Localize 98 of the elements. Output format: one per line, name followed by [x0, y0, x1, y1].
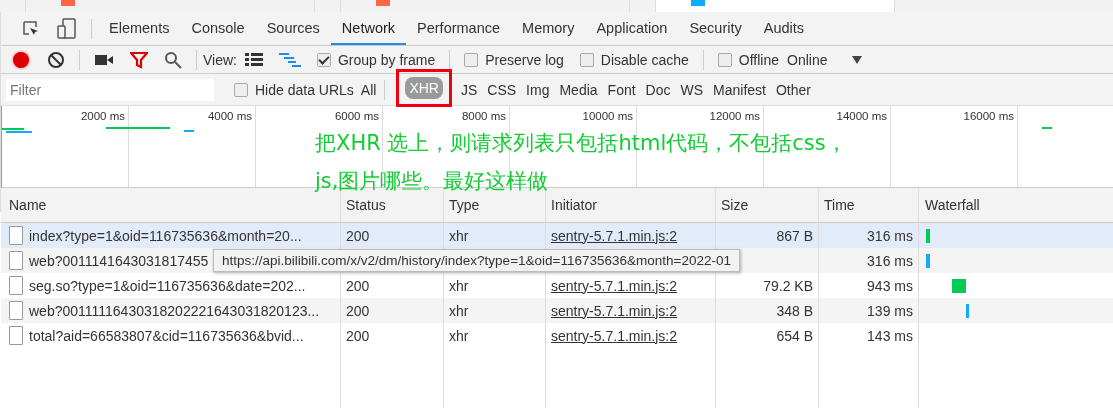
- initiator-link[interactable]: sentry-5.7.1.min.js:2: [551, 327, 678, 344]
- type-cell: xhr: [449, 227, 469, 244]
- type-cell: xhr: [449, 327, 469, 344]
- type-filter[interactable]: Doc: [640, 79, 676, 100]
- type-filter[interactable]: Other: [771, 79, 816, 100]
- browser-tab[interactable]: [655, 0, 895, 12]
- filter-field[interactable]: Filter: [6, 78, 214, 101]
- initiator-link[interactable]: sentry-5.7.1.min.js:2: [551, 277, 678, 294]
- size-cell: 79.2 KB: [763, 277, 813, 294]
- waterfall-bar: [952, 278, 966, 293]
- type-cell: xhr: [449, 277, 469, 294]
- status-cell: 200: [346, 227, 370, 244]
- waterfall-view-icon[interactable]: [279, 52, 301, 67]
- checkbox[interactable]: [317, 52, 331, 67]
- checkbox-label: Disable cache: [600, 51, 689, 68]
- timeline-bar: [1042, 127, 1052, 130]
- time-tick-label: 6000 ms: [334, 110, 379, 123]
- checkbox[interactable]: [717, 52, 732, 67]
- request-name: web?00111116430318202221643031820123...: [29, 302, 320, 319]
- request-name: total?aid=66583807&cid=116735636&bvid...: [29, 327, 304, 344]
- devtools-tab[interactable]: Network: [330, 12, 407, 45]
- checkbox-label: Group by frame: [338, 51, 436, 68]
- column-header[interactable]: Waterfall: [919, 188, 1113, 222]
- waterfall-bar: [926, 228, 930, 243]
- type-filter[interactable]: Manifest: [708, 79, 771, 100]
- column-header[interactable]: Time: [819, 188, 919, 222]
- type-filter[interactable]: All: [355, 79, 382, 100]
- checkbox-label: Hide data URLs: [255, 81, 354, 98]
- checkbox[interactable]: [464, 52, 479, 67]
- checkbox-label: Preserve log: [485, 51, 564, 68]
- record-button[interactable]: [13, 51, 29, 68]
- type-filter[interactable]: Media: [554, 79, 603, 100]
- waterfall-bar: [966, 303, 969, 318]
- device-icon[interactable]: [57, 17, 77, 40]
- request-name: seg.so?type=1&oid=116735636&date=202...: [29, 277, 306, 294]
- devtools-tab[interactable]: Security: [678, 12, 753, 45]
- throttling-dropdown[interactable]: Online: [787, 51, 828, 68]
- time-tick-label: 14000 ms: [836, 110, 887, 123]
- status-cell: 200: [346, 327, 370, 344]
- document-icon: [9, 301, 23, 320]
- request-row[interactable]: index?type=1&oid=116735636&month=20... 200 xhr sentry-5.7.1.min.js:2 867 B 316 ms: [1, 223, 1113, 248]
- type-filter[interactable]: JS: [455, 79, 483, 100]
- document-icon: [9, 251, 23, 270]
- devtools-tab[interactable]: Elements: [98, 12, 181, 45]
- status-cell: 200: [346, 277, 370, 294]
- camera-icon[interactable]: [94, 52, 114, 67]
- document-icon: [9, 276, 23, 295]
- request-name: web?0011141643031817455: [29, 252, 209, 269]
- request-row[interactable]: web?00111116430318202221643031820123... 200 xhr sentry-5.7.1.min.js:2 348 B 139 ms: [1, 298, 1113, 323]
- annotation-text: 把XHR 选上，则请求列表只包括html代码，不包括css，: [315, 130, 847, 158]
- timeline-bar: [106, 127, 170, 130]
- time-tick-label: 8000 ms: [461, 110, 506, 123]
- request-row[interactable]: total?aid=66583807&cid=116735636&bvid... 200 xhr sentry-5.7.1.min.js:2 654 B 143 ms: [1, 323, 1113, 348]
- document-icon: [9, 326, 23, 345]
- column-header[interactable]: Initiator: [546, 188, 716, 222]
- devtools-tab[interactable]: Console: [180, 12, 256, 45]
- checkbox-label: Offline: [738, 51, 779, 68]
- type-filter[interactable]: WS: [675, 79, 709, 100]
- time-cell: 316 ms: [867, 227, 913, 244]
- waterfall-bar: [926, 253, 930, 268]
- devtools-tab[interactable]: Memory: [511, 12, 586, 45]
- status-cell: 200: [346, 302, 370, 319]
- initiator-link[interactable]: sentry-5.7.1.min.js:2: [551, 302, 678, 319]
- dropdown-arrow-icon[interactable]: [851, 54, 864, 65]
- time-tick-label: 2000 ms: [80, 110, 125, 123]
- timeline-bar: [184, 130, 194, 133]
- size-cell: 654 B: [776, 327, 813, 344]
- request-name: index?type=1&oid=116735636&month=20...: [29, 227, 302, 244]
- time-cell: 943 ms: [867, 277, 913, 294]
- size-cell: 348 B: [776, 302, 813, 319]
- type-filter[interactable]: Img: [521, 79, 555, 100]
- list-view-icon[interactable]: [245, 52, 263, 67]
- type-filter[interactable]: CSS: [482, 79, 522, 100]
- clear-icon[interactable]: [47, 50, 65, 69]
- type-filter[interactable]: Font: [602, 79, 641, 100]
- view-label: View:: [203, 51, 237, 68]
- time-tick-label: 16000 ms: [963, 110, 1014, 123]
- time-tick-label: 12000 ms: [709, 110, 760, 123]
- time-cell: 143 ms: [867, 327, 913, 344]
- document-icon: [9, 226, 23, 245]
- time-cell: 316 ms: [867, 252, 913, 269]
- search-icon[interactable]: [164, 50, 182, 69]
- checkbox[interactable]: [234, 82, 248, 97]
- time-tick-label: 10000 ms: [582, 110, 633, 123]
- devtools-tab[interactable]: Performance: [406, 12, 512, 45]
- filter-icon[interactable]: [130, 50, 148, 69]
- checkbox[interactable]: [579, 52, 594, 67]
- devtools-tab[interactable]: Audits: [752, 12, 816, 45]
- devtools-tab[interactable]: Application: [585, 12, 679, 45]
- devtools-tab[interactable]: Sources: [255, 12, 331, 45]
- time-tick-label: 4000 ms: [207, 110, 252, 123]
- initiator-link[interactable]: sentry-5.7.1.min.js:2: [551, 227, 678, 244]
- type-cell: xhr: [449, 302, 469, 319]
- scrollbar[interactable]: [0, 12, 1, 212]
- url-tooltip: https://api.bilibili.com/x/v2/dm/history/index?type=1&oid=116735636&month=2022-01: [213, 249, 740, 272]
- column-header[interactable]: Size: [716, 188, 819, 222]
- size-cell: 867 B: [776, 227, 813, 244]
- time-cell: 139 ms: [867, 302, 913, 319]
